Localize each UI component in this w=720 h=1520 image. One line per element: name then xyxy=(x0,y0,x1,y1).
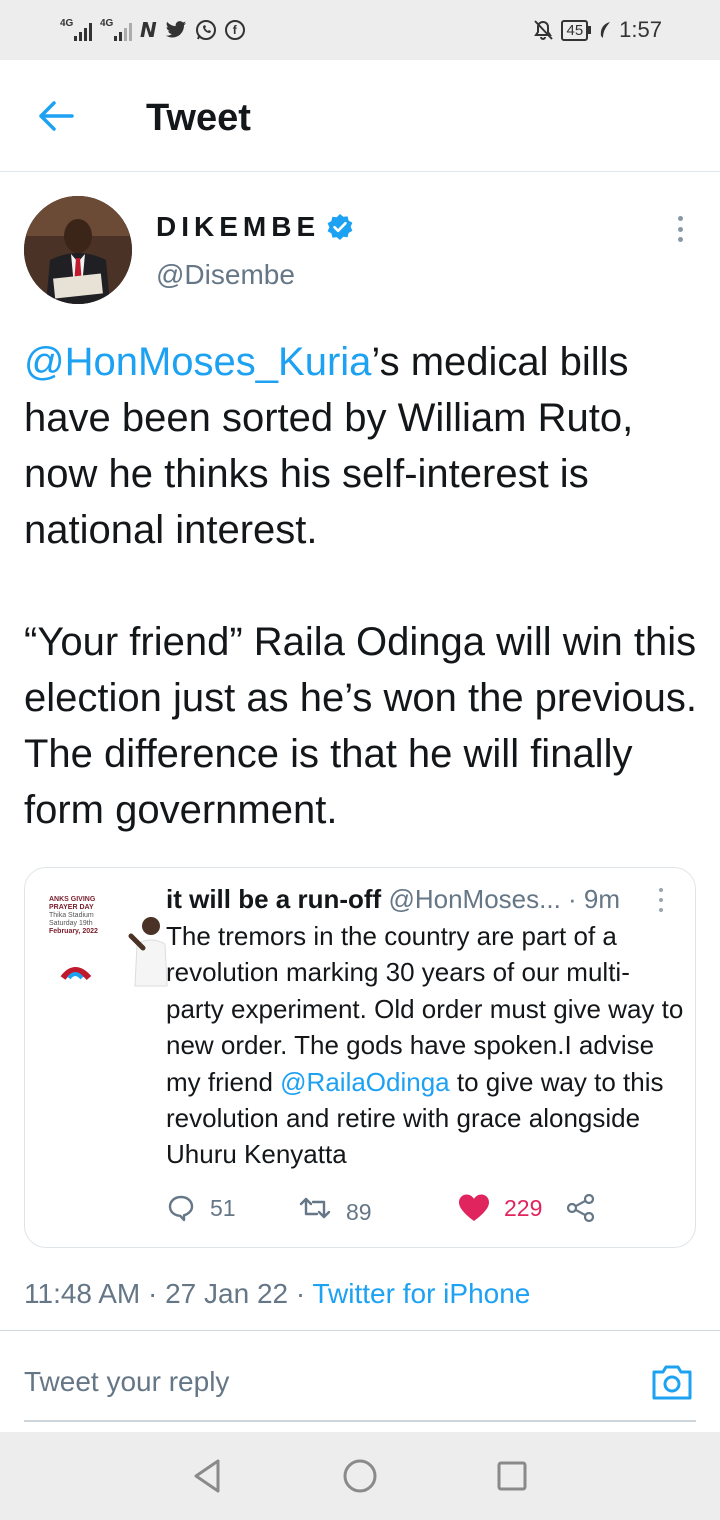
nav-home-button[interactable] xyxy=(340,1456,380,1496)
reply-underline xyxy=(24,1420,696,1422)
camera-button[interactable] xyxy=(650,1360,694,1404)
whatsapp-icon xyxy=(195,20,216,40)
back-arrow-icon xyxy=(39,101,74,131)
reply-input[interactable] xyxy=(24,1362,584,1402)
signal-icon: 4G xyxy=(100,19,132,41)
tweet-paragraph: “Your friend” Raila Odinga will win this… xyxy=(24,620,697,832)
system-nav-bar xyxy=(0,1432,720,1520)
camera-icon xyxy=(652,1365,692,1400)
nav-back-icon xyxy=(194,1459,220,1493)
divider xyxy=(0,1330,720,1331)
twitter-bird-icon xyxy=(165,21,186,38)
page-title: Tweet xyxy=(146,97,251,139)
embedded-author-name: it will be a run-off xyxy=(166,884,382,914)
battery-icon: 45 xyxy=(561,19,592,41)
more-dot-icon xyxy=(677,216,683,221)
back-button[interactable] xyxy=(36,96,76,136)
signal-icon: 4G xyxy=(60,19,92,41)
tweet-timestamp: 11:48 AM · 27 Jan 22 · xyxy=(24,1278,306,1309)
status-left-icons: 4G 4G N f xyxy=(60,15,245,45)
tweet-source-link[interactable]: Twitter for iPhone xyxy=(312,1278,530,1309)
retweet-count: 89 xyxy=(298,1190,372,1226)
avatar-image xyxy=(24,196,132,304)
network-type-label: 4G xyxy=(60,18,74,29)
embedded-more-icon xyxy=(659,888,665,912)
like-count: 229 xyxy=(458,1190,542,1226)
more-options-button[interactable] xyxy=(670,212,690,246)
reply-icon xyxy=(168,1195,194,1222)
embedded-avatar: ANKS GIVING PRAYER DAY Thika Stadium Sat… xyxy=(49,896,169,996)
app-header: Tweet xyxy=(0,60,720,172)
share-icon-wrap xyxy=(566,1190,596,1226)
author-name[interactable]: DIKEMBE xyxy=(156,210,320,244)
bell-off-icon xyxy=(534,20,554,41)
embedded-tweet-image[interactable]: ANKS GIVING PRAYER DAY Thika Stadium Sat… xyxy=(24,867,696,1248)
mention-link[interactable]: @HonMoses_Kuria xyxy=(24,340,371,384)
netflix-n-icon: N xyxy=(140,18,157,42)
network-type-label: 4G xyxy=(100,18,114,29)
author-name-row: DIKEMBE xyxy=(156,210,354,244)
facebook-icon: f xyxy=(224,20,245,40)
more-dot-icon xyxy=(677,226,683,232)
nav-recents-button[interactable] xyxy=(492,1456,532,1496)
status-bar: 4G 4G N f 45 1:57 xyxy=(0,0,720,60)
reply-count: 51 xyxy=(166,1190,236,1226)
nav-home-icon xyxy=(343,1459,377,1493)
avatar[interactable] xyxy=(24,196,132,304)
battery-level: 45 xyxy=(561,19,589,41)
author-handle[interactable]: @Disembe xyxy=(156,258,295,292)
nav-back-button[interactable] xyxy=(188,1456,228,1496)
heart-icon xyxy=(459,1194,489,1221)
embedded-tweet-content: it will be a run-off @HonMoses... · 9m T… xyxy=(166,882,686,1173)
retweet-icon xyxy=(299,1197,331,1219)
embedded-handle-time: @HonMoses... · 9m xyxy=(388,884,621,914)
leaf-icon xyxy=(600,22,611,38)
embedded-tweet-actions: 51 89 229 xyxy=(166,1190,646,1226)
embedded-tweet-text: The tremors in the country are part of a… xyxy=(166,921,684,1170)
tweet-text: @HonMoses_Kuria’s medical bills have bee… xyxy=(24,334,704,838)
embedded-tweet-header: it will be a run-off @HonMoses... · 9m xyxy=(166,882,686,916)
tweet-meta: 11:48 AM · 27 Jan 22 · Twitter for iPhon… xyxy=(24,1276,530,1312)
more-dot-icon xyxy=(677,237,683,242)
embedded-mention-link: @RailaOdinga xyxy=(280,1066,450,1097)
share-icon xyxy=(566,1193,595,1223)
status-right-icons: 45 1:57 xyxy=(532,15,662,45)
nav-recents-icon xyxy=(497,1461,527,1491)
verified-badge-icon xyxy=(327,214,353,240)
clock: 1:57 xyxy=(619,17,662,42)
tweet-paragraph: @HonMoses_Kuria’s medical bills have bee… xyxy=(24,334,704,558)
